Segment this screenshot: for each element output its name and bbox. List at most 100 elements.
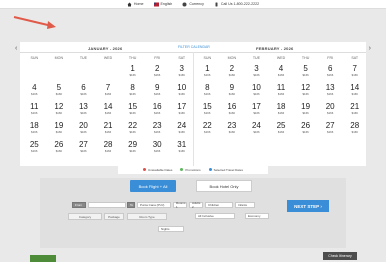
prev-month-button[interactable]: ‹ <box>15 45 17 52</box>
calendar-day[interactable]: 19 $166 <box>293 100 318 119</box>
nights-select[interactable]: Nights <box>158 226 184 232</box>
calendar-day[interactable]: 20 $166 <box>71 119 96 138</box>
cabin-class-select[interactable]: Economy <box>245 213 269 219</box>
legend-dot-icon <box>208 168 212 171</box>
calendar-day[interactable]: 12 $166 <box>293 81 318 100</box>
calendar-day[interactable]: 8 $166 <box>120 81 145 100</box>
calendar-day[interactable]: 6 $166 <box>318 62 343 81</box>
calendar-day[interactable]: 21 $166 <box>342 100 367 119</box>
calendar-day[interactable]: 25 $166 <box>22 138 47 157</box>
day-number: 15 <box>128 102 138 111</box>
calendar-day[interactable]: 16 $166 <box>145 100 170 119</box>
calendar-day[interactable]: 6 $166 <box>71 81 96 100</box>
day-price: $166 <box>129 111 136 115</box>
calendar-day[interactable]: 2 $166 <box>220 62 245 81</box>
calendar-day[interactable]: 11 $166 <box>22 100 47 119</box>
calendar-day[interactable]: 10 $166 <box>244 81 269 100</box>
calendar-day[interactable]: 14 $166 <box>342 81 367 100</box>
calendar-day[interactable]: 5 $166 <box>293 62 318 81</box>
meal-plan-select[interactable]: All Inclusive <box>195 213 235 219</box>
calendar-day[interactable]: 15 $166 <box>120 100 145 119</box>
calendar-day[interactable]: 8 $166 <box>195 81 220 100</box>
day-number: 18 <box>276 102 286 111</box>
calendar-day[interactable]: 31 $166 <box>169 138 194 157</box>
calendar-day[interactable]: 4 $166 <box>22 81 47 100</box>
calendar-day[interactable]: 15 $166 <box>195 100 220 119</box>
calendar-day[interactable]: 21 $166 <box>96 119 121 138</box>
next-step-button[interactable]: NEXT STEP › <box>287 200 329 212</box>
package-button[interactable]: Package <box>104 213 124 220</box>
calendar-day[interactable]: 26 $166 <box>293 119 318 138</box>
adults-select[interactable]: Adults 2 <box>189 201 203 209</box>
category-button[interactable]: Category <box>68 213 102 220</box>
day-number: 19 <box>54 121 64 130</box>
calendar-day[interactable]: 19 $166 <box>47 119 72 138</box>
calendar-day[interactable]: 18 $166 <box>22 119 47 138</box>
calendar-day[interactable]: 5 $166 <box>47 81 72 100</box>
calendar-day[interactable]: 7 $166 <box>342 62 367 81</box>
calendar-day[interactable]: 14 $166 <box>96 100 121 119</box>
calendar-day[interactable]: 22 $166 <box>195 119 220 138</box>
calendar-day[interactable]: 18 $166 <box>269 100 294 119</box>
calendar-day[interactable]: 26 $166 <box>47 138 72 157</box>
home-link[interactable]: Home <box>127 2 144 7</box>
calendar-day[interactable]: 9 $166 <box>220 81 245 100</box>
day-number: 17 <box>177 102 187 111</box>
calendar-day[interactable]: 23 $166 <box>145 119 170 138</box>
calendar-day[interactable]: 28 $166 <box>96 138 121 157</box>
calendar-day[interactable]: 30 $166 <box>145 138 170 157</box>
calendar-day[interactable]: 27 $166 <box>318 119 343 138</box>
calendar-day[interactable]: 28 $166 <box>342 119 367 138</box>
calendar-day[interactable]: 27 $166 <box>71 138 96 157</box>
phone-link[interactable]: Call Us 1-800-222-2222 <box>214 2 259 7</box>
room-type-button[interactable]: Room Type <box>127 213 167 220</box>
calendar-day[interactable]: 24 $166 <box>169 119 194 138</box>
children-select[interactable]: Children <box>205 202 233 208</box>
calendar-day[interactable]: 13 $166 <box>71 100 96 119</box>
calendar-day[interactable]: 20 $166 <box>318 100 343 119</box>
week-row: 8 $166 9 $166 10 $166 11 $166 12 $166 13 $166 14 $166 <box>195 81 367 100</box>
calendar-day[interactable]: 13 $166 <box>318 81 343 100</box>
destination-select[interactable]: Punta Cana (PUJ) <box>137 202 171 208</box>
weekday-label: WED <box>103 56 113 60</box>
calendar-day[interactable]: 3 $166 <box>244 62 269 81</box>
rooms-select[interactable]: Rooms 1 <box>173 201 187 209</box>
day-price: $166 <box>178 92 185 96</box>
calendar-day[interactable]: 17 $166 <box>244 100 269 119</box>
filter-calendar-link[interactable]: FILTER CALENDAR <box>178 45 210 49</box>
calendar-day[interactable]: 1 $166 <box>195 62 220 81</box>
calendar-day[interactable]: 25 $166 <box>269 119 294 138</box>
month-grid-february: SUN MON TUE WED THU FRI SAT 1 $166 2 $166 3 $166 4 $16… <box>195 54 367 157</box>
calendar-day[interactable]: 1 $166 <box>120 62 145 81</box>
day-number: 13 <box>325 83 335 92</box>
day-number: 23 <box>227 121 237 130</box>
infants-select[interactable]: Infants <box>235 202 255 208</box>
calendar-day[interactable]: 22 $166 <box>120 119 145 138</box>
calendar-day[interactable]: 10 $166 <box>169 81 194 100</box>
check-itinerary-button[interactable]: Check Itinerary <box>323 252 357 260</box>
day-number: 3 <box>179 64 184 73</box>
calendar-day[interactable]: 3 $166 <box>169 62 194 81</box>
book-flight-button[interactable]: Book Flight + All <box>130 180 176 192</box>
calendar-day[interactable]: 11 $166 <box>269 81 294 100</box>
calendar-day[interactable]: 9 $166 <box>145 81 170 100</box>
calendar-day[interactable]: 2 $166 <box>145 62 170 81</box>
calendar-day[interactable]: 7 $166 <box>96 81 121 100</box>
day-price: $166 <box>228 111 235 115</box>
from-input[interactable] <box>88 202 126 208</box>
book-hotel-only-button[interactable]: Book Hotel Only <box>196 180 252 192</box>
calendar-day[interactable]: 23 $166 <box>220 119 245 138</box>
calendar-day[interactable]: 17 $166 <box>169 100 194 119</box>
day-number: 2 <box>154 64 160 73</box>
calendar-day[interactable]: 16 $166 <box>220 100 245 119</box>
language-selector[interactable]: English <box>153 2 172 7</box>
legend-dot-icon <box>180 168 184 171</box>
calendar-day[interactable]: 12 $166 <box>47 100 72 119</box>
calendar-day[interactable]: 24 $166 <box>244 119 269 138</box>
day-number: 10 <box>177 83 187 92</box>
month-grid-january: SUN MON TUE WED THU FRI SAT 1 $166 2 $166 3 $166 4 $16… <box>22 54 194 157</box>
calendar-day[interactable]: 29 $166 <box>120 138 145 157</box>
next-month-button[interactable]: › <box>369 45 371 52</box>
calendar-day[interactable]: 4 $166 <box>269 62 294 81</box>
currency-selector[interactable]: Currency <box>182 2 204 7</box>
